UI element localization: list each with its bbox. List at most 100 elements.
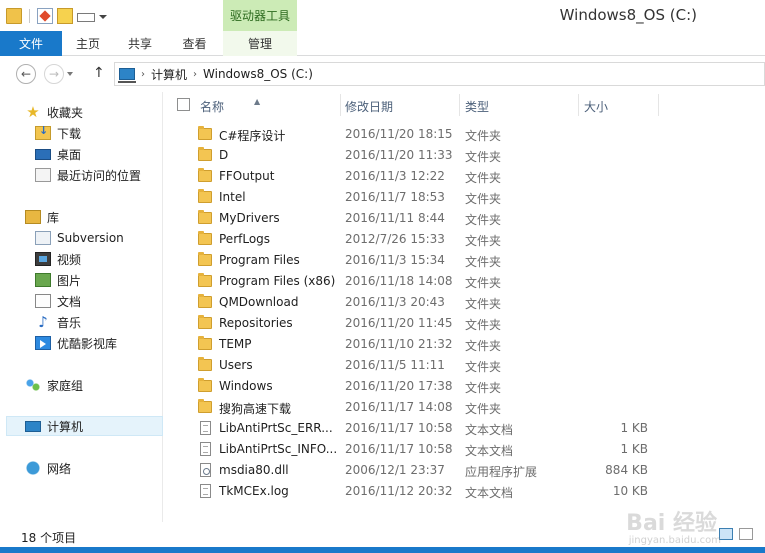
address-field[interactable]: › 计算机 › Windows8_OS (C:)	[114, 62, 765, 86]
nav-subversion[interactable]: Subversion	[0, 228, 163, 248]
back-button[interactable]: ←	[16, 64, 36, 84]
file-type: 文本文档	[465, 423, 514, 437]
file-modified-date: 2006/12/1 23:37	[345, 463, 445, 477]
nav-downloads[interactable]: 下载	[0, 123, 163, 143]
tab-view[interactable]: 查看	[166, 31, 223, 56]
file-name: TEMP	[219, 337, 252, 351]
column-header-date[interactable]: 修改日期	[345, 98, 393, 115]
file-type: 文件夹	[465, 360, 502, 374]
nav-label: 视频	[57, 252, 82, 267]
nav-recent-places[interactable]: 最近访问的位置	[0, 165, 163, 185]
breadcrumb-computer[interactable]: 计算机	[151, 66, 187, 83]
file-row[interactable]: LibAntiPrtSc_ERR... 2016/11/17 10:58 文本文档 1…	[188, 418, 658, 439]
file-modified-date: 2016/11/17 14:08	[345, 400, 453, 414]
column-header-size[interactable]: 大小	[584, 98, 608, 115]
folder-icon	[198, 294, 212, 308]
rename-icon[interactable]	[77, 12, 95, 22]
file-modified-date: 2016/11/12 20:32	[345, 484, 453, 498]
file-size: 10 KB	[612, 484, 648, 498]
music-note-icon: ♪	[38, 313, 48, 331]
tab-file[interactable]: 文件	[0, 31, 62, 56]
select-all-checkbox[interactable]	[177, 98, 190, 111]
folder-icon	[198, 273, 212, 287]
file-name: TkMCEx.log	[219, 484, 289, 498]
nav-label: 文档	[57, 294, 82, 309]
navigation-pane: ★ 收藏夹 下载 桌面 最近访问的位置 库 Subversion 视频 图片 文…	[0, 92, 163, 522]
tab-manage[interactable]: 管理	[223, 31, 297, 56]
tab-home[interactable]: 主页	[62, 31, 114, 56]
nav-label: 最近访问的位置	[57, 168, 142, 183]
forward-button[interactable]: →	[44, 64, 64, 84]
breadcrumb-separator-icon[interactable]: ›	[193, 69, 197, 80]
file-row[interactable]: 搜狗高速下载 2016/11/17 14:08 文件夹	[188, 397, 658, 418]
text-file-icon	[200, 442, 211, 456]
breadcrumb-separator-icon[interactable]: ›	[141, 69, 145, 80]
file-type: 文件夹	[465, 213, 502, 227]
nav-label: 桌面	[57, 147, 82, 162]
file-name: D	[219, 148, 229, 162]
videos-icon	[35, 252, 51, 266]
nav-homegroup[interactable]: 家庭组	[0, 375, 163, 395]
file-row[interactable]: PerfLogs 2012/7/26 15:33 文件夹	[188, 229, 658, 250]
nav-videos[interactable]: 视频	[0, 249, 163, 269]
nav-label: Subversion	[57, 231, 124, 245]
file-row[interactable]: Users 2016/11/5 11:11 文件夹	[188, 355, 658, 376]
nav-computer[interactable]: 计算机	[6, 416, 163, 436]
file-row[interactable]: Intel 2016/11/7 18:53 文件夹	[188, 187, 658, 208]
large-icons-view-icon[interactable]	[739, 528, 753, 540]
file-row[interactable]: LibAntiPrtSc_INFO... 2016/11/17 10:58 文本文档…	[188, 439, 658, 460]
file-row[interactable]: msdia80.dll 2006/12/1 23:37 应用程序扩展 884 KB	[188, 460, 658, 481]
file-modified-date: 2016/11/3 12:22	[345, 169, 445, 183]
youku-library-icon	[35, 336, 51, 350]
new-folder-icon[interactable]	[57, 8, 73, 24]
file-row[interactable]: C#程序设计 2016/11/20 18:15 文件夹	[188, 124, 658, 145]
file-row[interactable]: TEMP 2016/11/10 21:32 文件夹	[188, 334, 658, 355]
file-name: FFOutput	[219, 169, 275, 183]
dll-file-icon	[200, 463, 211, 477]
documents-icon	[35, 294, 51, 308]
column-divider[interactable]	[658, 94, 659, 116]
column-divider[interactable]	[578, 94, 579, 116]
file-row[interactable]: QMDownload 2016/11/3 20:43 文件夹	[188, 292, 658, 313]
file-row[interactable]: Windows 2016/11/20 17:38 文件夹	[188, 376, 658, 397]
properties-icon[interactable]	[37, 8, 53, 24]
column-divider[interactable]	[340, 94, 341, 116]
file-row[interactable]: FFOutput 2016/11/3 12:22 文件夹	[188, 166, 658, 187]
folder-icon	[198, 357, 212, 371]
nav-documents[interactable]: 文档	[0, 291, 163, 311]
nav-network[interactable]: 网络	[0, 458, 163, 478]
nav-youku-library[interactable]: 优酷影视库	[0, 333, 163, 353]
folder-icon	[198, 126, 212, 140]
nav-label: 库	[47, 210, 60, 225]
file-name: C#程序设计	[219, 129, 286, 143]
tab-share[interactable]: 共享	[114, 31, 166, 56]
pictures-icon	[35, 273, 51, 287]
explorer-folder-icon[interactable]	[6, 8, 22, 24]
customize-qat-dropdown-icon[interactable]	[99, 8, 107, 24]
details-view-icon[interactable]	[719, 528, 733, 540]
file-modified-date: 2016/11/17 10:58	[345, 442, 453, 456]
column-header-type[interactable]: 类型	[465, 98, 489, 115]
file-row[interactable]: MyDrivers 2016/11/11 8:44 文件夹	[188, 208, 658, 229]
drive-tools-context-header: 驱动器工具	[223, 0, 297, 31]
nav-label: 优酷影视库	[57, 336, 118, 351]
item-count: 18 个项目	[21, 531, 77, 545]
nav-libraries[interactable]: 库	[0, 207, 163, 227]
breadcrumb-drive[interactable]: Windows8_OS (C:)	[203, 67, 313, 81]
file-type: 文件夹	[465, 402, 502, 416]
file-row[interactable]: Program Files (x86) 2016/11/18 14:08 文件夹	[188, 271, 658, 292]
nav-favorites[interactable]: ★ 收藏夹	[0, 102, 163, 122]
file-row[interactable]: Program Files 2016/11/3 15:34 文件夹	[188, 250, 658, 271]
folder-icon	[198, 315, 212, 329]
file-modified-date: 2016/11/20 11:33	[345, 148, 453, 162]
nav-music[interactable]: ♪ 音乐	[0, 312, 163, 332]
nav-desktop[interactable]: 桌面	[0, 144, 163, 164]
nav-pictures[interactable]: 图片	[0, 270, 163, 290]
file-row[interactable]: D 2016/11/20 11:33 文件夹	[188, 145, 658, 166]
file-row[interactable]: Repositories 2016/11/20 11:45 文件夹	[188, 313, 658, 334]
file-row[interactable]: TkMCEx.log 2016/11/12 20:32 文本文档 10 KB	[188, 481, 658, 502]
file-type: 文件夹	[465, 150, 502, 164]
column-header-name[interactable]: 名称 ▲	[200, 97, 260, 115]
column-divider[interactable]	[459, 94, 460, 116]
up-button[interactable]: ↑	[93, 65, 105, 81]
